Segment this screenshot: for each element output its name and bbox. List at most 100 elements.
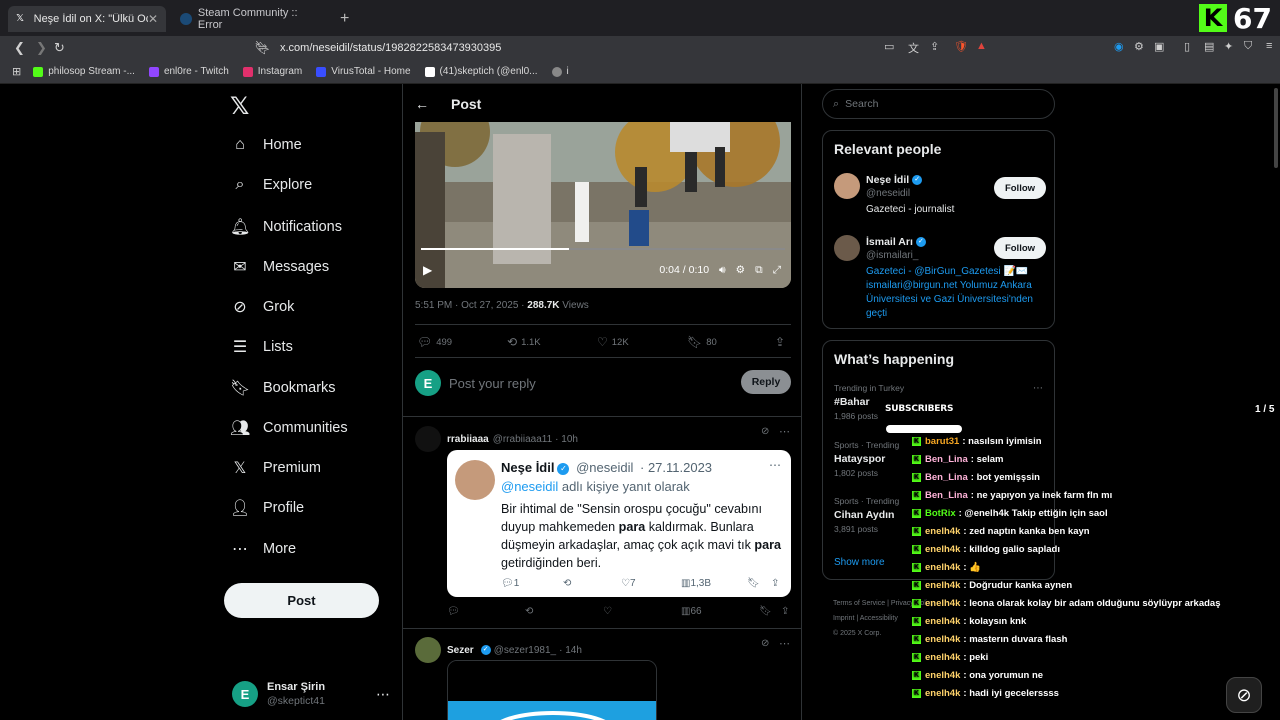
reply-time[interactable]: · 10h xyxy=(555,434,578,445)
nav-explore[interactable]: ⌕ Explore xyxy=(230,176,313,194)
avatar[interactable] xyxy=(415,426,441,452)
nav-grok[interactable]: ⊘ Grok xyxy=(230,297,294,317)
twitch-bookmark-icon xyxy=(148,66,159,77)
quoted-screenshot[interactable]: Neşe İdil ✓ @neseidil · 27.11.2023 ⋯ @nes… xyxy=(447,450,791,597)
bookmark-action[interactable]: 🔖︎ 80 xyxy=(687,335,717,349)
cast-icon[interactable]: ▭ xyxy=(884,40,894,53)
person-card[interactable]: İsmail Arı ✓ @ismailari_ Gazeteci - @BirG… xyxy=(834,235,1046,325)
account-switcher[interactable]: E Ensar Şirin @skeptict41 xyxy=(232,680,325,708)
bio-link[interactable]: @BirGun_Gazetesi xyxy=(914,266,1000,277)
back-icon[interactable]: ❮ xyxy=(14,40,25,56)
bookmark-virustotal[interactable]: VirusTotal - Home xyxy=(316,66,411,77)
reply-time[interactable]: · 14h xyxy=(559,645,582,656)
vpn-icon[interactable]: ⛉ xyxy=(1244,40,1252,53)
nav-premium[interactable]: 𝕏 Premium xyxy=(230,458,321,478)
tab-steam[interactable]: Steam Community :: Error xyxy=(172,6,332,32)
brave-rewards-icon[interactable]: ▲ xyxy=(976,40,987,52)
site-info-icon[interactable]: ⇌ xyxy=(258,41,267,54)
page-scrollbar[interactable] xyxy=(1274,88,1278,168)
reply-button[interactable]: Reply xyxy=(741,370,791,394)
repost-icon: ⟲ xyxy=(563,578,572,589)
post-timestamp[interactable]: 5:51 PM · Oct 27, 2025 · xyxy=(415,300,527,311)
nav-messages[interactable]: ✉ Messages xyxy=(230,257,329,277)
avatar[interactable] xyxy=(415,637,441,663)
tab-x-post[interactable]: 𝕏 Neşe İdil on X: "Ülkü Ocakları te ✕ xyxy=(8,6,166,32)
reload-icon[interactable]: ↻ xyxy=(54,40,65,56)
reply-icon[interactable]: 💬︎ xyxy=(447,606,460,617)
reply-author-name[interactable]: rrabiiaaa xyxy=(447,434,489,445)
volume-icon[interactable]: 🔊︎ xyxy=(719,264,726,277)
grok-icon[interactable]: ⊘ xyxy=(1226,677,1262,713)
nav-more[interactable]: ⋯ More xyxy=(230,539,296,559)
post-button[interactable]: Post xyxy=(224,583,379,618)
wallet-icon[interactable]: ▤ xyxy=(1204,40,1214,53)
reply-author-handle[interactable]: @rrabiiaaa11 xyxy=(493,434,552,445)
account-more-icon[interactable]: ⋯ xyxy=(376,686,390,703)
play-icon[interactable]: ▶ xyxy=(423,263,432,277)
brave-shield-icon[interactable]: 🛡︎ xyxy=(954,40,968,53)
heart-icon[interactable]: ♡ xyxy=(603,606,612,617)
x-logo-icon[interactable]: 𝕏 xyxy=(230,92,249,121)
settings-gear-icon[interactable]: ⚙ xyxy=(736,264,745,276)
share-icon[interactable]: ⇪ xyxy=(781,606,789,617)
more-options-icon[interactable]: ⋯ xyxy=(1033,383,1043,394)
avatar[interactable] xyxy=(834,173,860,199)
grok-explain-icon[interactable]: ⊘ xyxy=(761,426,769,437)
follow-button[interactable]: Follow xyxy=(994,177,1046,199)
search-input[interactable]: ⌕ Search xyxy=(822,89,1055,119)
bookmark-label: philosop Stream -... xyxy=(48,66,135,77)
show-more-link[interactable]: Show more xyxy=(834,557,885,568)
back-arrow-icon[interactable]: ← xyxy=(415,96,429,112)
fullscreen-icon[interactable]: ⤢ xyxy=(773,264,781,277)
kick-logo-icon: K xyxy=(1199,4,1228,32)
nav-notifications[interactable]: 🔔︎ Notifications xyxy=(230,217,342,237)
chat-username: barut31 xyxy=(925,435,960,447)
bookmark-tiktok[interactable]: (41)skeptich (@enl0... xyxy=(424,66,538,77)
share-action[interactable]: ⇪ xyxy=(775,335,789,349)
menu-icon[interactable]: ≡ xyxy=(1266,40,1272,52)
forward-icon[interactable]: ❯ xyxy=(36,40,47,56)
close-tab-icon[interactable]: ✕ xyxy=(148,12,158,26)
video-player[interactable]: ▶ 0:04 / 0:10 🔊︎ ⚙ ⧉ ⤢ xyxy=(415,122,791,288)
sidebar-icon[interactable]: ▯ xyxy=(1184,40,1190,53)
share-icon[interactable]: ⇪ xyxy=(930,40,939,53)
grok-explain-icon[interactable]: ⊘ xyxy=(761,638,769,649)
reply-author-name[interactable]: Sezer xyxy=(447,645,474,656)
pip-icon[interactable]: ⧉ xyxy=(755,264,763,277)
post-column: ← Post ▶ 0:04 / 0:10 🔊︎ ⚙ ⧉ ⤢ 5:51 PM · … xyxy=(402,84,802,720)
reply-author-handle[interactable]: @sezer1981_ xyxy=(494,645,556,656)
person-handle: @neseidil xyxy=(866,188,911,199)
bookmark-instagram[interactable]: Instagram xyxy=(242,66,302,77)
leo-ai-icon[interactable]: ✦ xyxy=(1224,40,1233,53)
nav-profile[interactable]: 👤︎ Profile xyxy=(230,498,304,518)
apps-grid-icon[interactable]: ⊞ xyxy=(12,65,21,78)
nav-bookmarks[interactable]: 🔖︎ Bookmarks xyxy=(230,378,336,398)
repost-icon[interactable]: ⟲ xyxy=(525,606,533,617)
extensions-icon[interactable]: ⚙ xyxy=(1134,40,1144,53)
bookmark-philosop[interactable]: philosop Stream -... xyxy=(33,66,135,77)
screenshot-icon[interactable]: ▣ xyxy=(1154,40,1164,53)
person-card[interactable]: Neşe İdil ✓ @neseidil Gazeteci - journali… xyxy=(834,173,1046,223)
bookmark-icon[interactable]: 🔖︎ xyxy=(759,606,772,617)
follow-button[interactable]: Follow xyxy=(994,237,1046,259)
repost-action[interactable]: ⟲ 1.1K xyxy=(507,335,541,349)
reply-action[interactable]: 💬︎ 499 xyxy=(417,335,452,349)
views-stat[interactable]: ▥ 66 xyxy=(681,606,702,617)
bookmark-twitch[interactable]: enl0re - Twitch xyxy=(148,66,229,77)
trend-item[interactable]: Trending in Turkey #Bahar 1,986 posts xyxy=(834,383,1044,421)
bookmark-other[interactable]: i xyxy=(551,66,569,77)
more-options-icon[interactable]: ⋯ xyxy=(779,425,790,438)
translate-icon[interactable]: 文 xyxy=(908,40,919,56)
reply-media[interactable] xyxy=(447,660,657,720)
nav-home[interactable]: ⌂ Home xyxy=(230,136,302,154)
new-tab-icon[interactable]: + xyxy=(340,10,349,28)
more-options-icon[interactable]: ⋯ xyxy=(779,637,790,650)
like-action[interactable]: ♡ 12K xyxy=(597,335,629,349)
chat-username: enelh4k xyxy=(925,615,961,627)
extension-audio-icon[interactable]: ◉ xyxy=(1114,40,1124,53)
avatar[interactable] xyxy=(834,235,860,261)
nav-lists[interactable]: ☰ Lists xyxy=(230,337,293,357)
reply-input[interactable]: Post your reply xyxy=(449,376,536,391)
kick-badge-icon: K xyxy=(912,472,921,482)
nav-communities[interactable]: 👥︎ Communities xyxy=(230,418,348,438)
